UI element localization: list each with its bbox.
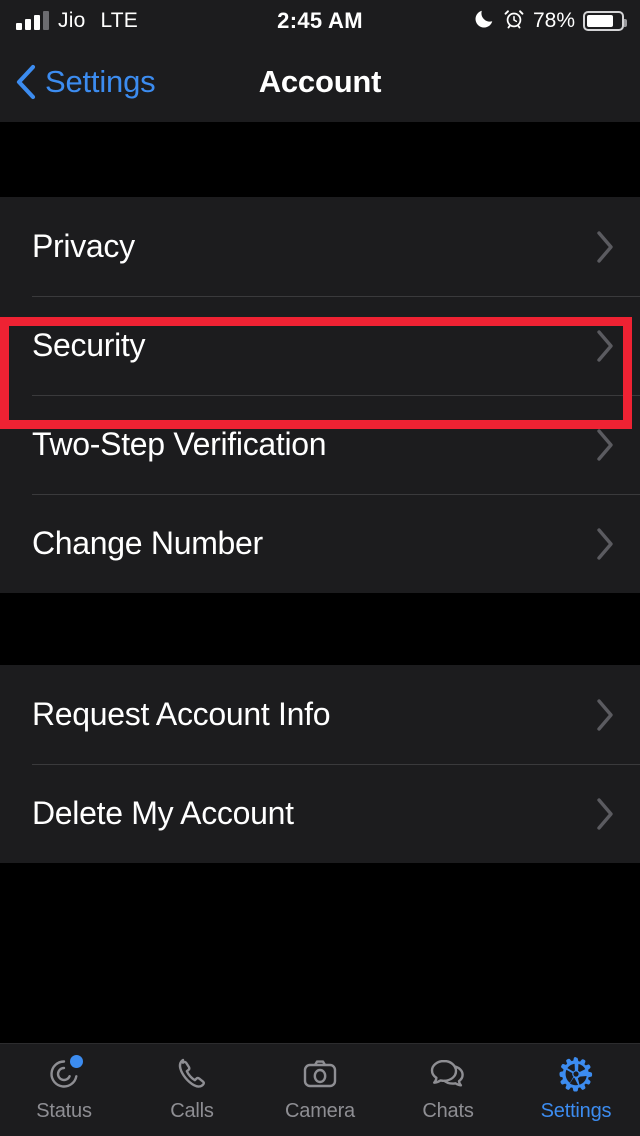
camera-icon [298, 1051, 342, 1097]
moon-icon [473, 8, 495, 35]
status-bar-right: 78% [473, 8, 627, 35]
status-bar: Jio LTE 2:45 AM 78% [0, 0, 640, 42]
chevron-right-icon [594, 229, 616, 265]
signal-bars-icon [16, 11, 49, 30]
tab-settings[interactable]: Settings [512, 1044, 640, 1123]
tab-label: Calls [170, 1100, 214, 1122]
chevron-right-icon [594, 796, 616, 832]
alarm-icon [503, 8, 525, 35]
network-type-label: LTE [100, 9, 139, 32]
row-request-account-info[interactable]: Request Account Info [0, 665, 640, 764]
chevron-right-icon [594, 526, 616, 562]
status-badge-dot [70, 1055, 83, 1068]
tab-calls[interactable]: Calls [128, 1044, 256, 1123]
account-data-group: Request Account Info Delete My Account [0, 665, 640, 863]
settings-list[interactable]: Privacy Security Two-Step Verification C… [0, 122, 640, 1043]
status-bar-left: Jio LTE [16, 9, 138, 33]
tab-bar: Status Calls Camera Chats Settings [0, 1043, 640, 1136]
battery-icon [583, 11, 627, 31]
row-security[interactable]: Security [0, 296, 640, 395]
row-delete-my-account[interactable]: Delete My Account [0, 764, 640, 863]
chevron-right-icon [594, 697, 616, 733]
tab-label: Chats [422, 1100, 474, 1122]
chevron-right-icon [594, 328, 616, 364]
chat-bubbles-icon [426, 1051, 470, 1097]
chevron-left-icon [14, 63, 38, 101]
row-privacy[interactable]: Privacy [0, 197, 640, 296]
row-change-number[interactable]: Change Number [0, 494, 640, 593]
status-rings-icon [42, 1051, 86, 1097]
list-top-spacer [0, 122, 640, 197]
navigation-bar: Settings Account [0, 42, 640, 122]
row-label: Change Number [32, 525, 263, 561]
row-label: Privacy [32, 228, 135, 264]
tab-chats[interactable]: Chats [384, 1044, 512, 1123]
phone-icon [170, 1051, 214, 1097]
tab-label: Camera [285, 1100, 355, 1122]
back-button-label: Settings [45, 64, 156, 99]
list-group-spacer [0, 593, 640, 665]
row-two-step-verification[interactable]: Two-Step Verification [0, 395, 640, 494]
tab-camera[interactable]: Camera [256, 1044, 384, 1123]
tab-label: Status [36, 1100, 92, 1122]
row-label: Two-Step Verification [32, 426, 327, 462]
account-settings-group: Privacy Security Two-Step Verification C… [0, 197, 640, 593]
tab-status[interactable]: Status [0, 1044, 128, 1123]
back-button[interactable]: Settings [14, 63, 156, 101]
row-label: Delete My Account [32, 795, 294, 831]
row-label: Security [32, 327, 146, 363]
battery-percent-label: 78% [532, 9, 575, 32]
row-label: Request Account Info [32, 696, 331, 732]
carrier-label: Jio [58, 9, 86, 32]
chevron-right-icon [594, 427, 616, 463]
tab-label: Settings [540, 1100, 612, 1122]
gear-icon [554, 1051, 598, 1097]
